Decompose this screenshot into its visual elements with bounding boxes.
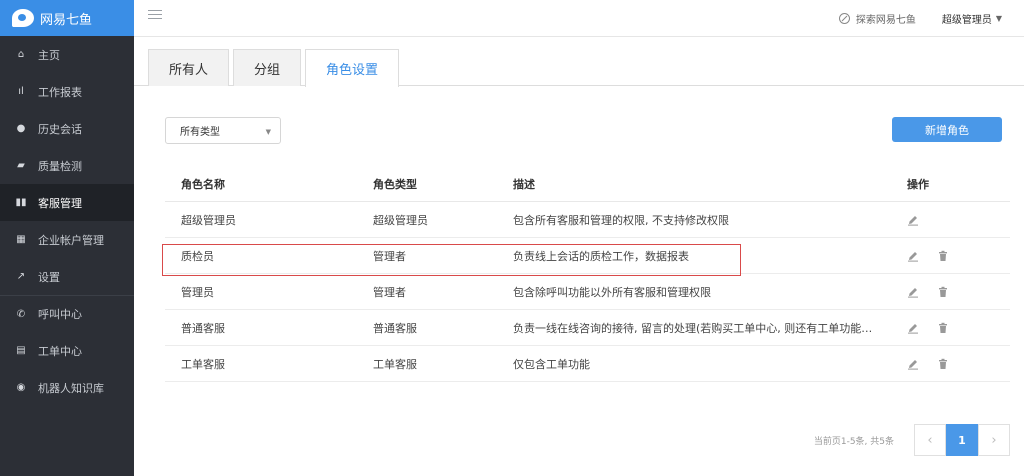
table-row: 普通客服 普通客服 负责一线在线咨询的接待, 留言的处理(若购买工单中心, 则还有工… bbox=[165, 310, 1010, 346]
role-name: 普通客服 bbox=[181, 321, 225, 335]
header-description: 描述 bbox=[513, 178, 535, 191]
type-select[interactable]: 所有类型 ▼ bbox=[165, 117, 281, 144]
edit-icon[interactable] bbox=[907, 250, 919, 262]
roles-table: 角色名称 角色类型 描述 操作 超级管理员 超级管理员 包含所有客服和管理的权限, … bbox=[165, 167, 1010, 382]
logo-text: 网易七鱼 bbox=[40, 12, 93, 28]
role-name: 工单客服 bbox=[181, 357, 225, 371]
next-page-button[interactable]: › bbox=[978, 424, 1010, 456]
pagination: 当前页1-5条, 共5条 ‹ 1 › bbox=[814, 424, 1010, 456]
role-description: 包含所有客服和管理的权限, 不支持修改权限 bbox=[513, 213, 729, 227]
sidebar-item[interactable]: ▦ 企业帐户管理 bbox=[0, 221, 134, 258]
sidebar-item-label: 工单中心 bbox=[38, 344, 82, 358]
role-type: 管理者 bbox=[373, 249, 406, 263]
top-right: 探索网易七鱼 超级管理员 ▼ bbox=[838, 0, 1002, 37]
sidebar-item[interactable]: ⌂ 主页 bbox=[0, 36, 134, 73]
sidebar-item[interactable]: ◉ 机器人知识库 bbox=[0, 369, 134, 406]
compass-icon bbox=[838, 13, 850, 24]
role-name: 管理员 bbox=[181, 285, 214, 299]
role-type: 管理者 bbox=[373, 285, 406, 299]
sidebar-item[interactable]: ↗ 设置 bbox=[0, 258, 134, 295]
chevron-down-icon: ▼ bbox=[265, 128, 271, 136]
sidebar-item-label: 历史会话 bbox=[38, 122, 82, 136]
edit-icon[interactable] bbox=[907, 286, 919, 298]
sidebar-item-label: 呼叫中心 bbox=[38, 308, 82, 321]
table-row: 质检员 管理者 负责线上会话的质检工作，数据报表 bbox=[165, 238, 1010, 274]
table-row: 工单客服 工单客服 仅包含工单功能 bbox=[165, 346, 1010, 382]
phone-icon: ✆ bbox=[16, 308, 26, 320]
table-row: 管理员 管理者 包含除呼叫功能以外所有客服和管理权限 bbox=[165, 274, 1010, 310]
role-description: 负责线上会话的质检工作，数据报表 bbox=[513, 249, 689, 263]
sidebar: 网易七鱼 ⌂ 主页 ıl 工作报表 ● 历史会话 ▰ 质量检测 ▮▮ 客服管理 ▦ 企业帐户管理 ↗ 设置… bbox=[0, 0, 134, 476]
role-description: 仅包含工单功能 bbox=[513, 357, 590, 371]
app-logo[interactable]: 网易七鱼 bbox=[0, 0, 134, 36]
edit-icon[interactable] bbox=[907, 358, 919, 370]
table-body: 超级管理员 超级管理员 包含所有客服和管理的权限, 不支持修改权限 质检员 管理者 负责线… bbox=[165, 202, 1010, 382]
sidebar-item[interactable]: ıl 工作报表 bbox=[0, 73, 134, 110]
user-name: 超级管理员 bbox=[941, 15, 992, 26]
sidebar-item-label: 企业帐户管理 bbox=[38, 233, 104, 247]
fish-logo-icon bbox=[12, 9, 34, 27]
role-description: 负责一线在线咨询的接待, 留言的处理(若购买工单中心, 则还有工单功能… bbox=[513, 321, 873, 335]
sidebar-item-label: 客服管理 bbox=[38, 196, 82, 210]
trash-icon[interactable] bbox=[937, 250, 949, 262]
sidebar-item[interactable]: ▰ 质量检测 bbox=[0, 147, 134, 184]
trash-icon[interactable] bbox=[937, 358, 949, 370]
pagination-info: 当前页1-5条, 共5条 bbox=[813, 436, 894, 447]
trash-icon[interactable] bbox=[937, 322, 949, 334]
role-type: 工单客服 bbox=[373, 357, 417, 371]
tab-groups[interactable]: 分组 bbox=[233, 49, 302, 86]
robot-icon: ◉ bbox=[16, 382, 26, 393]
table-row: 超级管理员 超级管理员 包含所有客服和管理的权限, 不支持修改权限 bbox=[165, 202, 1010, 238]
page-1-button[interactable]: 1 bbox=[946, 424, 978, 456]
trash-icon[interactable] bbox=[937, 286, 949, 298]
row-actions bbox=[893, 250, 1010, 262]
role-description: 包含除呼叫功能以外所有客服和管理权限 bbox=[513, 285, 711, 299]
sidebar-item[interactable]: ▤ 工单中心 bbox=[0, 332, 134, 369]
explore-link[interactable]: 探索网易七鱼 bbox=[838, 11, 916, 26]
top-bar: 探索网易七鱼 超级管理员 ▼ bbox=[134, 0, 1024, 37]
explore-label: 探索网易七鱼 bbox=[855, 15, 916, 26]
sidebar-item[interactable]: ▮▮ 客服管理 bbox=[0, 184, 134, 221]
sidebar-item-label: 机器人知识库 bbox=[38, 381, 104, 395]
tab-everyone[interactable]: 所有人 bbox=[148, 49, 230, 86]
bar-chart-icon: ıl bbox=[18, 86, 24, 97]
header-actions: 操作 bbox=[907, 178, 929, 191]
header-role-type: 角色类型 bbox=[373, 178, 417, 191]
row-actions bbox=[893, 286, 1010, 298]
home-icon: ⌂ bbox=[17, 49, 25, 60]
tab-role-settings[interactable]: 角色设置 bbox=[305, 49, 400, 87]
row-actions bbox=[893, 358, 1010, 370]
building-icon: ▦ bbox=[16, 234, 26, 245]
wrench-icon: ↗ bbox=[16, 271, 26, 282]
sidebar-item[interactable]: ✆ 呼叫中心 bbox=[0, 295, 134, 332]
edit-icon[interactable] bbox=[907, 322, 919, 334]
sidebar-item-label: 工作报表 bbox=[38, 85, 82, 99]
edit-icon[interactable] bbox=[907, 214, 919, 226]
type-select-value: 所有类型 bbox=[180, 127, 220, 138]
row-actions bbox=[893, 322, 1010, 334]
role-name: 质检员 bbox=[181, 249, 214, 263]
menu-toggle-icon[interactable] bbox=[148, 10, 162, 24]
ticket-icon: ▤ bbox=[16, 345, 26, 356]
sidebar-nav: ⌂ 主页 ıl 工作报表 ● 历史会话 ▰ 质量检测 ▮▮ 客服管理 ▦ 企业帐户管理 ↗ 设置 ✆ 呼叫中心… bbox=[0, 36, 134, 406]
row-actions bbox=[893, 214, 1010, 226]
table-header: 角色名称 角色类型 描述 操作 bbox=[165, 167, 1010, 202]
role-type: 普通客服 bbox=[373, 321, 417, 335]
role-name: 超级管理员 bbox=[181, 213, 236, 227]
sidebar-item-label: 主页 bbox=[38, 48, 60, 62]
tabs: 所有人 分组 角色设置 bbox=[148, 49, 400, 87]
caret-down-icon: ▼ bbox=[995, 14, 1002, 23]
role-type: 超级管理员 bbox=[373, 213, 428, 227]
clock-icon: ● bbox=[16, 123, 26, 134]
org-icon: ▮▮ bbox=[15, 197, 27, 208]
header-role-name: 角色名称 bbox=[181, 178, 225, 191]
add-role-button[interactable]: 新增角色 bbox=[892, 117, 1002, 142]
user-menu[interactable]: 超级管理员 ▼ bbox=[942, 11, 1002, 26]
car-icon: ▰ bbox=[17, 160, 25, 171]
sidebar-item-label: 设置 bbox=[38, 270, 60, 284]
prev-page-button[interactable]: ‹ bbox=[914, 424, 946, 456]
sidebar-item[interactable]: ● 历史会话 bbox=[0, 110, 134, 147]
sidebar-item-label: 质量检测 bbox=[38, 159, 82, 173]
